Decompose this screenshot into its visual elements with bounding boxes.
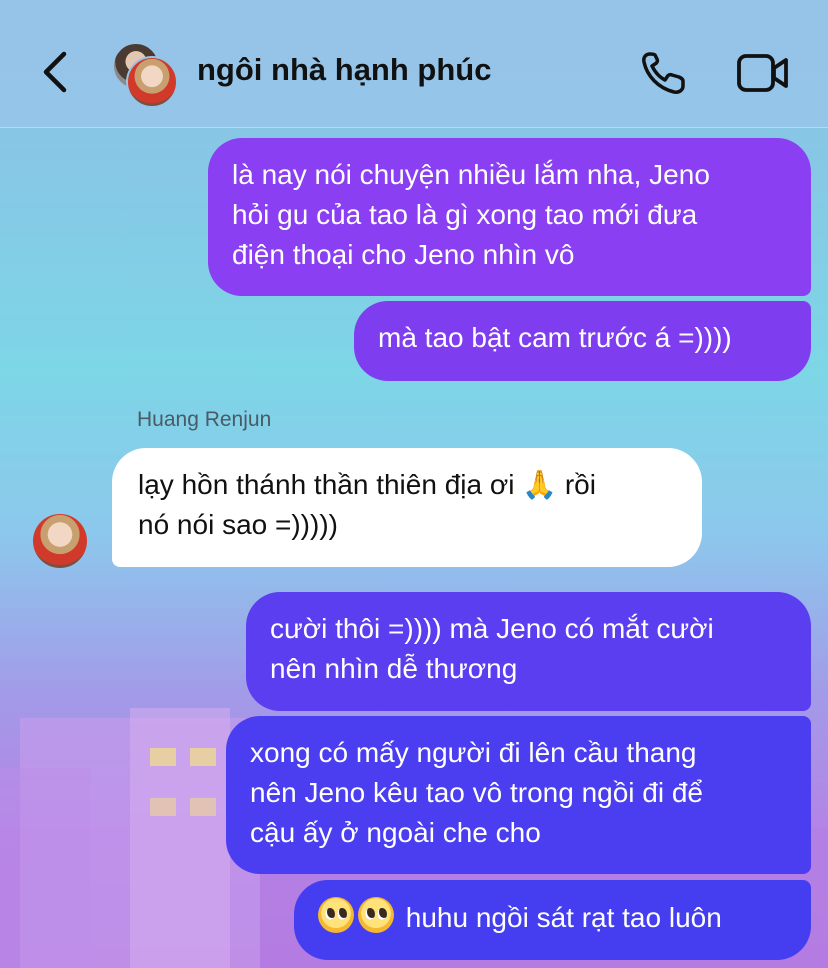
outgoing-message[interactable]: huhu ngồi sát rạt tao luôn bbox=[294, 880, 811, 960]
chat-title[interactable]: ngôi nhà hạnh phúc bbox=[197, 52, 491, 88]
message-text: huhu ngồi sát rạt tao luôn bbox=[405, 902, 722, 933]
outgoing-message[interactable]: cười thôi =)))) mà Jeno có mắt cười nên … bbox=[246, 592, 811, 711]
pleading-face-icon bbox=[318, 897, 354, 933]
back-button[interactable] bbox=[38, 48, 74, 96]
group-avatar[interactable] bbox=[112, 42, 178, 108]
video-call-button[interactable] bbox=[736, 50, 790, 96]
call-button[interactable] bbox=[638, 50, 690, 96]
phone-icon bbox=[642, 52, 685, 94]
avatar[interactable] bbox=[33, 514, 87, 568]
incoming-message[interactable]: lạy hồn thánh thần thiên địa ơi 🙏 rồi nó… bbox=[112, 448, 702, 567]
video-camera-icon bbox=[737, 54, 788, 92]
sender-name: Huang Renjun bbox=[137, 408, 272, 431]
pleading-face-icon bbox=[358, 897, 394, 933]
avatar bbox=[126, 56, 178, 108]
outgoing-message[interactable]: xong có mấy người đi lên cầu thang nên J… bbox=[226, 716, 811, 874]
chevron-left-icon bbox=[43, 51, 67, 93]
outgoing-message[interactable]: là nay nói chuyện nhiều lắm nha, Jeno hỏ… bbox=[208, 138, 811, 296]
chat-header: ngôi nhà hạnh phúc bbox=[0, 0, 828, 128]
outgoing-message[interactable]: mà tao bật cam trước á =)))) bbox=[354, 301, 811, 381]
